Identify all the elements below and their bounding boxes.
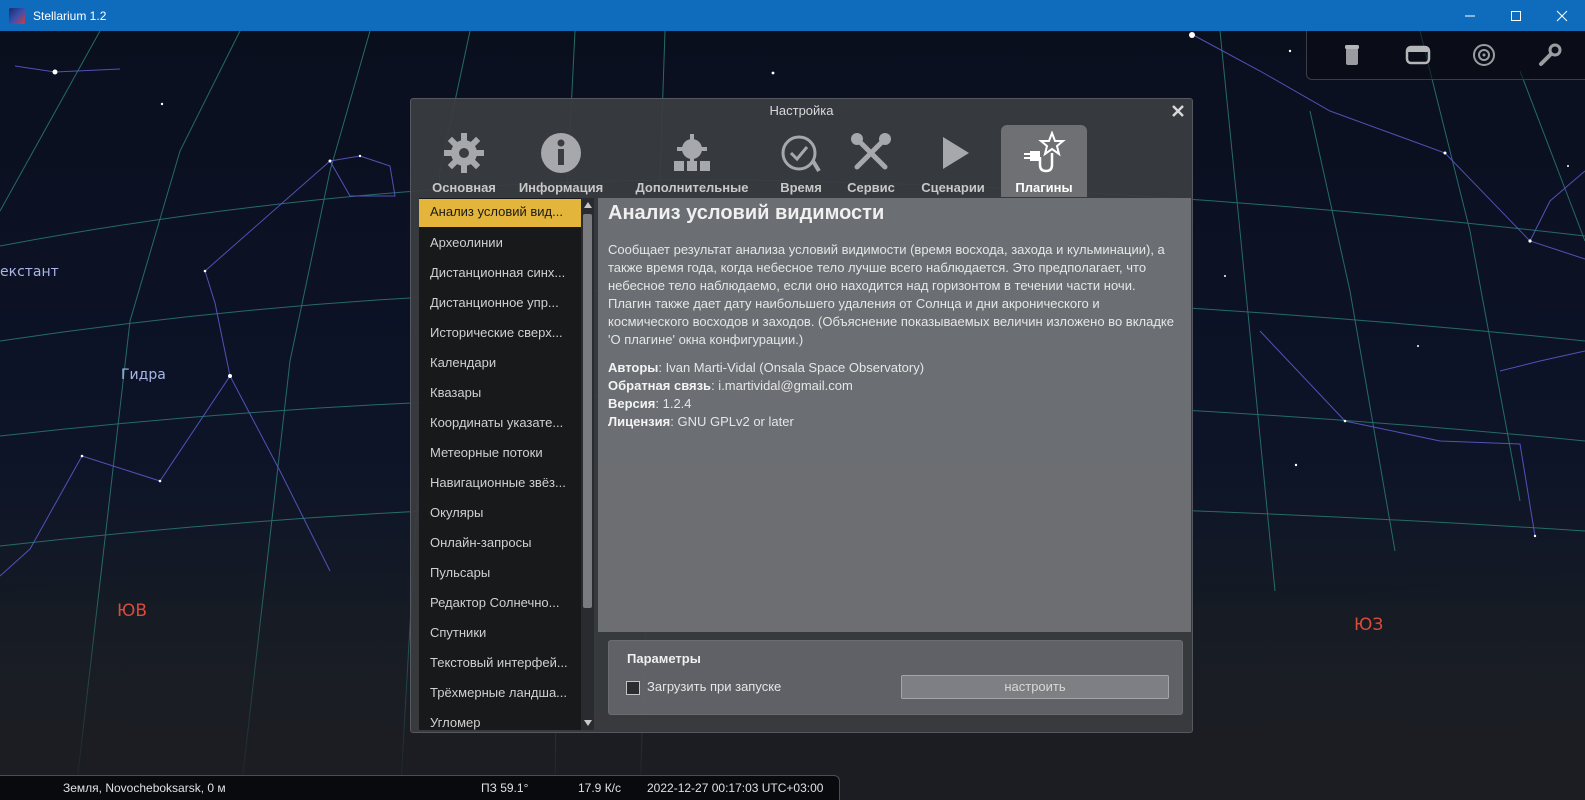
maximize-icon xyxy=(1511,10,1521,21)
play-icon xyxy=(929,129,977,177)
plugin-metadata: Авторы: Ivan Marti-Vidal (Onsala Space O… xyxy=(608,359,1181,431)
location-text[interactable]: Земля, Novocheboksarsk, 0 м xyxy=(63,781,226,795)
plugin-detail-panel: Анализ условий видимости Сообщает резуль… xyxy=(598,198,1191,632)
list-item[interactable]: Окуляры xyxy=(419,498,594,528)
minimize-button[interactable] xyxy=(1447,0,1493,31)
window-controls xyxy=(1447,0,1585,31)
plugin-description: Сообщает результат анализа условий видим… xyxy=(608,242,1174,347)
list-item[interactable]: Метеорные потоки xyxy=(419,438,594,468)
list-item[interactable]: Текстовый интерфей... xyxy=(419,648,594,678)
tab-label: Основная xyxy=(432,180,496,195)
list-item[interactable]: Навигационные звёз... xyxy=(419,468,594,498)
status-bar: Земля, Novocheboksarsk, 0 м ПЗ 59.1° 17.… xyxy=(0,775,840,800)
list-item[interactable]: Координаты указате... xyxy=(419,408,594,438)
list-item[interactable]: Исторические сверх... xyxy=(419,318,594,348)
version-row: Версия: 1.2.4 xyxy=(608,395,1181,413)
field-of-view-text: ПЗ 59.1° xyxy=(481,781,529,795)
authors-value: : Ivan Marti-Vidal (Onsala Space Observa… xyxy=(658,360,925,375)
cardinal-point-southeast: ЮВ xyxy=(117,601,148,621)
plugin-icon xyxy=(1020,129,1068,177)
close-window-button[interactable] xyxy=(1539,0,1585,31)
tab-information[interactable]: Информация xyxy=(515,125,607,197)
fps-text: 17.9 К/с xyxy=(578,781,622,795)
window-titlebar: Stellarium 1.2 xyxy=(0,0,1585,31)
trash-can-icon[interactable] xyxy=(1339,42,1365,68)
scroll-down-arrow-icon[interactable] xyxy=(584,720,592,726)
list-item[interactable]: Спутники xyxy=(419,618,594,648)
scroll-up-arrow-icon[interactable] xyxy=(584,202,592,208)
tools-icon xyxy=(847,129,895,177)
window-title: Stellarium 1.2 xyxy=(33,8,107,23)
window-icon[interactable] xyxy=(1405,42,1431,68)
list-item[interactable]: Угломер xyxy=(419,708,594,730)
dialog-tabs: Основная Информация Дополнительные Время… xyxy=(411,125,1192,197)
tab-label: Сценарии xyxy=(921,180,985,195)
minimize-icon xyxy=(1465,15,1475,16)
list-item[interactable]: Календари xyxy=(419,348,594,378)
tab-time[interactable]: Время xyxy=(771,125,831,197)
constellation-label-sextant: екстант xyxy=(0,264,59,280)
close-icon[interactable] xyxy=(1170,103,1186,119)
version-label: Версия xyxy=(608,396,656,411)
feedback-row: Обратная связь: i.martividal@gmail.com xyxy=(608,377,1181,395)
tab-label: Плагины xyxy=(1015,180,1073,195)
plugin-title: Анализ условий видимости xyxy=(608,202,885,224)
list-item[interactable]: Редактор Солнечно... xyxy=(419,588,594,618)
tab-label: Сервис xyxy=(847,180,895,195)
authors-row: Авторы: Ivan Marti-Vidal (Onsala Space O… xyxy=(608,359,1181,377)
license-row: Лицензия: GNU GPLv2 or later xyxy=(608,413,1181,431)
list-item[interactable]: Трёхмерные ландша... xyxy=(419,678,594,708)
authors-label: Авторы xyxy=(608,360,659,375)
info-icon xyxy=(537,129,585,177)
tab-main[interactable]: Основная xyxy=(423,125,505,197)
tab-label: Дополнительные xyxy=(635,180,749,195)
load-on-startup-checkbox[interactable] xyxy=(626,681,640,695)
version-value: : 1.2.4 xyxy=(655,396,692,411)
configuration-dialog: Настройка Основная Информация Дополнител… xyxy=(410,98,1193,733)
dialog-title: Настройка xyxy=(769,103,834,118)
parameters-group: Параметры Загрузить при запуске настроит… xyxy=(608,640,1183,715)
tab-plugins[interactable]: Плагины xyxy=(1001,125,1087,197)
close-icon xyxy=(1556,10,1568,21)
tab-label: Информация xyxy=(518,180,604,195)
list-item[interactable]: Археолинии xyxy=(419,228,594,258)
tab-scripts[interactable]: Сценарии xyxy=(913,125,993,197)
load-on-startup-label[interactable]: Загрузить при запуске xyxy=(647,679,781,694)
target-icon[interactable] xyxy=(1471,42,1497,68)
list-item[interactable]: Дистанционное упр... xyxy=(419,288,594,318)
scrollbar-thumb[interactable] xyxy=(583,214,592,608)
wrench-icon[interactable] xyxy=(1537,42,1563,68)
constellation-label-hydra: Гидра xyxy=(121,367,166,383)
list-item[interactable]: Квазары xyxy=(419,378,594,408)
tab-tools[interactable]: Сервис xyxy=(841,125,901,197)
list-item[interactable]: Пульсары xyxy=(419,558,594,588)
feedback-value: : i.martividal@gmail.com xyxy=(711,378,853,393)
stellarium-app-icon xyxy=(9,7,25,24)
parameters-title: Параметры xyxy=(627,651,701,666)
datetime-text[interactable]: 2022-12-27 00:17:03 UTC+03:00 xyxy=(647,781,823,795)
extras-icon xyxy=(668,129,716,177)
tab-label: Время xyxy=(780,180,822,195)
list-item[interactable]: Анализ условий вид... xyxy=(419,199,594,227)
cardinal-point-southwest: ЮЗ xyxy=(1354,615,1384,635)
feedback-label: Обратная связь xyxy=(608,378,712,393)
plugin-list-scrollbar[interactable] xyxy=(581,198,594,730)
list-item[interactable]: Дистанционная синх... xyxy=(419,258,594,288)
license-label: Лицензия xyxy=(608,414,671,429)
tab-extras[interactable]: Дополнительные xyxy=(629,125,755,197)
list-item[interactable]: Онлайн-запросы xyxy=(419,528,594,558)
top-right-toolbar xyxy=(1306,31,1585,80)
clock-icon xyxy=(777,129,825,177)
maximize-button[interactable] xyxy=(1493,0,1539,31)
license-value: : GNU GPLv2 or later xyxy=(670,414,794,429)
gear-icon xyxy=(440,129,488,177)
configure-button[interactable]: настроить xyxy=(901,675,1169,699)
plugin-list[interactable]: Анализ условий вид... Археолинии Дистанц… xyxy=(419,198,594,730)
